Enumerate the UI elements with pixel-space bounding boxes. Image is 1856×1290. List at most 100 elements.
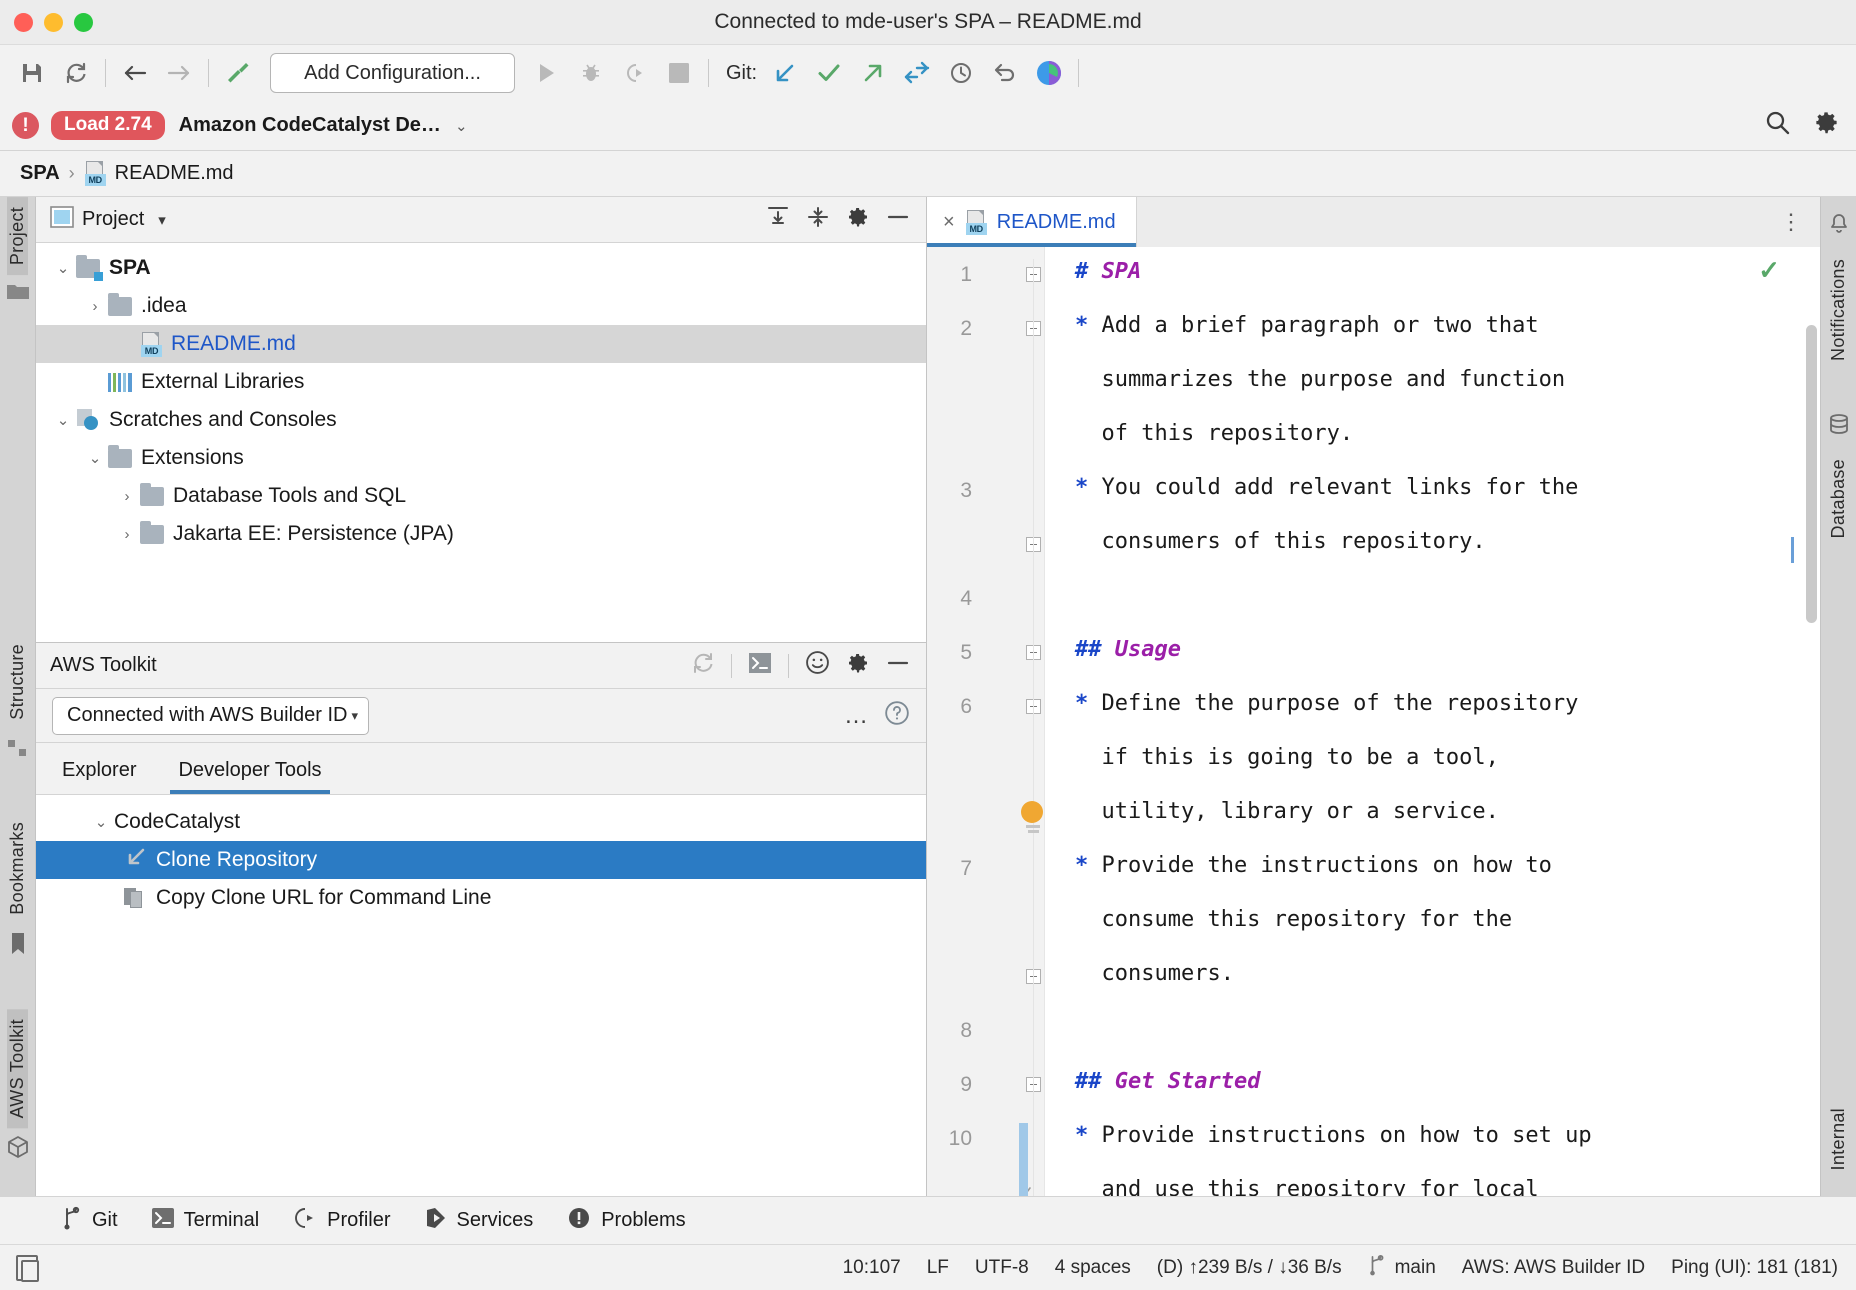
line-separator[interactable]: LF — [927, 1257, 949, 1279]
file-encoding[interactable]: UTF-8 — [975, 1257, 1029, 1279]
run-icon[interactable] — [525, 51, 569, 95]
code-line[interactable]: # SPA — [1075, 261, 1141, 283]
tab-developer-tools[interactable]: Developer Tools — [170, 759, 329, 794]
code-line[interactable]: consume this repository for the — [1075, 909, 1512, 931]
aws-tree-row[interactable]: ⌄CodeCatalyst — [36, 803, 926, 841]
sidebar-item-internal[interactable]: Internal — [1828, 1098, 1849, 1180]
aws-tree-row[interactable]: Clone Repository — [36, 841, 926, 879]
ping-status[interactable]: Ping (UI): 181 (181) — [1671, 1257, 1838, 1279]
vcs-change-marker[interactable] — [1019, 1123, 1028, 1196]
navigate-back-icon[interactable] — [113, 51, 157, 95]
editor-tab-readme[interactable]: × MD README.md — [927, 197, 1137, 247]
chevron-right-icon[interactable]: › — [114, 526, 140, 543]
code-line[interactable]: * Provide instructions on how to set up — [1075, 1125, 1592, 1147]
sidebar-item-notifications[interactable]: Notifications — [1828, 249, 1849, 371]
load-badge[interactable]: Load 2.74 — [51, 111, 165, 140]
breadcrumb-root[interactable]: SPA — [20, 162, 60, 185]
gear-icon[interactable] — [846, 205, 870, 235]
editor-options-icon[interactable]: ⋮ — [1780, 197, 1820, 247]
minimize-window-button[interactable] — [44, 13, 63, 32]
stop-icon[interactable] — [657, 51, 701, 95]
navigate-forward-icon[interactable] — [157, 51, 201, 95]
expand-all-icon[interactable] — [766, 206, 790, 234]
chevron-down-icon[interactable]: ⌄ — [455, 117, 468, 135]
project-tree-row[interactable]: ⌄Scratches and Consoles — [36, 401, 926, 439]
project-tree-row[interactable]: External Libraries — [36, 363, 926, 401]
caret-position[interactable]: 10:107 — [843, 1257, 901, 1279]
sidebar-item-bookmarks[interactable]: Bookmarks — [7, 812, 28, 925]
indent-setting[interactable]: 4 spaces — [1055, 1257, 1131, 1279]
hide-panel-icon[interactable] — [886, 206, 910, 234]
project-tree-row[interactable]: ›.idea — [36, 287, 926, 325]
aws-connection-status[interactable]: AWS: AWS Builder ID — [1462, 1257, 1645, 1279]
run-configuration-selector[interactable]: Add Configuration... — [270, 53, 515, 93]
git-history-icon[interactable] — [939, 51, 983, 95]
code-line[interactable]: * Add a brief paragraph or two that — [1075, 315, 1539, 337]
build-project-icon[interactable] — [216, 51, 260, 95]
network-throughput[interactable]: (D) ↑239 B/s / ↓36 B/s — [1157, 1257, 1342, 1279]
project-tree-row[interactable]: MDREADME.md — [36, 325, 926, 363]
code-line[interactable]: of this repository. — [1075, 423, 1353, 445]
chevron-down-icon[interactable]: ⌄ — [50, 411, 76, 429]
git-rollback-icon[interactable] — [895, 51, 939, 95]
code-line[interactable]: ## Get Started — [1075, 1071, 1260, 1093]
sidebar-item-database[interactable]: Database — [1828, 449, 1849, 548]
error-icon[interactable]: ! — [12, 112, 39, 139]
git-update-icon[interactable] — [763, 51, 807, 95]
window-controls[interactable] — [14, 13, 93, 32]
gear-icon[interactable] — [1813, 109, 1840, 142]
code-line[interactable]: * Define the purpose of the repository — [1075, 693, 1578, 715]
code-line[interactable]: consumers of this repository. — [1075, 531, 1486, 553]
codewhisperer-icon[interactable] — [1027, 51, 1071, 95]
chevron-down-icon[interactable]: ⌄ — [82, 449, 108, 467]
refresh-icon[interactable] — [691, 651, 715, 681]
bottom-item-git[interactable]: Git — [62, 1206, 118, 1236]
search-icon[interactable] — [1764, 109, 1791, 142]
sidebar-item-aws-toolkit[interactable]: AWS Toolkit — [7, 1009, 28, 1128]
chevron-down-icon[interactable]: ▾ — [158, 211, 166, 229]
bottom-item-profiler[interactable]: Profiler — [293, 1206, 390, 1236]
editor-code-area[interactable]: # SPA * Add a brief paragraph or two that… — [1045, 247, 1820, 1196]
project-folder-icon[interactable] — [7, 283, 29, 307]
save-all-icon[interactable] — [10, 51, 54, 95]
git-branch-widget[interactable]: main — [1368, 1254, 1436, 1282]
structure-icon[interactable] — [8, 738, 28, 764]
maximize-window-button[interactable] — [74, 13, 93, 32]
close-window-button[interactable] — [14, 13, 33, 32]
aws-developer-tools-tree[interactable]: ⌄CodeCatalystClone RepositoryCopy Clone … — [36, 795, 926, 1196]
bottom-item-terminal[interactable]: Terminal — [152, 1208, 260, 1234]
code-line[interactable]: and use this repository for local — [1075, 1179, 1539, 1196]
document-icon[interactable] — [16, 1255, 38, 1281]
code-line[interactable]: consumers. — [1075, 963, 1234, 985]
collapse-all-icon[interactable] — [806, 206, 830, 234]
sidebar-item-structure[interactable]: Structure — [7, 634, 28, 730]
sidebar-item-project[interactable]: Project — [7, 197, 28, 275]
breadcrumb-file[interactable]: README.md — [115, 162, 234, 185]
code-line[interactable]: summarizes the purpose and function — [1075, 369, 1565, 391]
project-tree-row[interactable]: ›Database Tools and SQL — [36, 477, 926, 515]
aws-tree-row[interactable]: Copy Clone URL for Command Line — [36, 879, 926, 917]
project-tree[interactable]: ⌄SPA›.ideaMDREADME.mdExternal Libraries⌄… — [36, 243, 926, 643]
code-line[interactable]: * You could add relevant links for the — [1075, 477, 1578, 499]
close-icon[interactable]: × — [943, 211, 955, 234]
code-line[interactable]: if this is going to be a tool, — [1075, 747, 1499, 769]
notifications-bell-icon[interactable] — [1828, 213, 1850, 241]
project-tree-row[interactable]: ›Jakarta EE: Persistence (JPA) — [36, 515, 926, 553]
code-line[interactable]: ## Usage — [1075, 639, 1181, 661]
aws-cube-icon[interactable] — [7, 1136, 29, 1164]
chevron-down-icon[interactable]: ⌄ — [50, 259, 76, 277]
editor-scroll-area[interactable]: 12345678910 # SPA * Add a brief paragraph… — [927, 247, 1820, 1196]
debug-icon[interactable] — [569, 51, 613, 95]
intention-bulb-icon[interactable] — [1021, 801, 1045, 831]
chevron-right-icon[interactable]: › — [82, 298, 108, 315]
editor-scrollbar-thumb[interactable] — [1806, 325, 1817, 623]
undo-icon[interactable] — [983, 51, 1027, 95]
bottom-item-problems[interactable]: Problems — [567, 1206, 685, 1236]
help-icon[interactable] — [884, 700, 910, 732]
git-commit-icon[interactable] — [807, 51, 851, 95]
editor-gutter[interactable]: 12345678910 — [927, 247, 1045, 1196]
gear-icon[interactable] — [846, 651, 870, 681]
chevron-down-icon[interactable]: ⌄ — [88, 813, 114, 831]
terminal-icon[interactable] — [748, 652, 772, 680]
reload-from-disk-icon[interactable] — [54, 51, 98, 95]
